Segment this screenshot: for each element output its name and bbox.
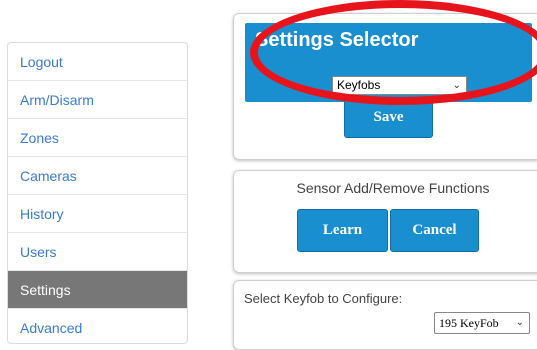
chevron-down-icon: ⌄ [452,80,461,91]
keyfob-select[interactable]: 195 KeyFob ⌄ [434,312,530,334]
sidebar-item-settings[interactable]: Settings [8,271,187,309]
settings-selector-panel: Settings Selector Keyfobs ⌄ Save [233,13,537,160]
sidebar-menu: Logout Arm/Disarm Zones Cameras History … [7,42,188,344]
settings-select[interactable]: Keyfobs ⌄ [332,76,467,95]
chevron-down-icon: ⌄ [515,317,524,328]
keyfob-config-label: Select Keyfob to Configure: [244,291,403,306]
sidebar-item-zones[interactable]: Zones [8,119,187,157]
sidebar-item-logout[interactable]: Logout [8,43,187,81]
sensor-functions-heading: Sensor Add/Remove Functions [296,180,490,196]
settings-select-value: Keyfobs [337,78,381,92]
settings-title-bar: Settings Selector Keyfobs ⌄ [245,23,532,102]
cancel-button[interactable]: Cancel [390,209,479,252]
sidebar-item-users[interactable]: Users [8,233,187,271]
sidebar-item-cameras[interactable]: Cameras [8,157,187,195]
keyfob-config-panel: Select Keyfob to Configure: 195 KeyFob ⌄ [233,280,537,350]
save-button[interactable]: Save [344,97,433,138]
sidebar-item-advanced[interactable]: Advanced [8,309,187,343]
sidebar-item-arm-disarm[interactable]: Arm/Disarm [8,81,187,119]
sensor-functions-panel: Sensor Add/Remove Functions Learn Cancel [233,170,537,273]
keyfob-select-value: 195 KeyFob [439,316,499,330]
learn-button[interactable]: Learn [297,209,388,252]
sidebar-item-history[interactable]: History [8,195,187,233]
settings-selector-title: Settings Selector [255,29,419,51]
